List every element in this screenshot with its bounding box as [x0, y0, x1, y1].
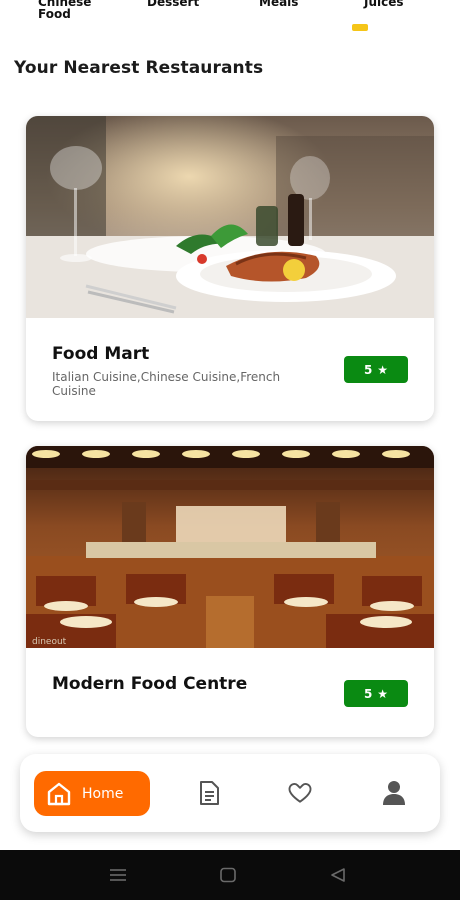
- rating-badge: 5 ★: [344, 356, 408, 383]
- nav-home-button[interactable]: Home: [34, 771, 150, 816]
- menu-icon[interactable]: [108, 866, 128, 884]
- orders-icon[interactable]: [196, 780, 222, 806]
- star-icon: ★: [377, 362, 389, 377]
- category-selected-indicator: [352, 24, 368, 31]
- restaurant-card-food-mart[interactable]: Food Mart Italian Cuisine,Chinese Cuisin…: [26, 116, 434, 421]
- system-navigation-bar: [0, 850, 460, 900]
- restaurant-interior-photo: dineout: [26, 446, 434, 648]
- rating-value: 5: [363, 362, 373, 377]
- home-icon: [46, 781, 72, 807]
- category-label: Juices: [364, 0, 404, 9]
- back-triangle-icon[interactable]: [328, 866, 348, 884]
- category-label: Chinese Food: [38, 0, 92, 21]
- star-icon: ★: [377, 686, 389, 701]
- restaurant-cuisine: Italian Cuisine,Chinese Cuisine,French C…: [52, 370, 281, 398]
- restaurant-name: Modern Food Centre: [52, 674, 248, 694]
- category-label: Dessert: [147, 0, 200, 9]
- category-label: Meals: [259, 0, 299, 9]
- category-dessert[interactable]: Dessert: [147, 0, 227, 8]
- nav-home-label: Home: [82, 785, 124, 802]
- section-title: Your Nearest Restaurants: [14, 58, 264, 78]
- watermark: dineout: [32, 637, 67, 647]
- rating-badge: 5 ★: [344, 680, 408, 707]
- category-meals[interactable]: Meals: [259, 0, 339, 8]
- restaurant-name: Food Mart: [52, 344, 150, 364]
- restaurant-card-modern-food-centre[interactable]: dineout Modern Food Centre 5 ★: [26, 446, 434, 737]
- profile-icon[interactable]: [381, 780, 407, 806]
- bottom-navigation: Home: [20, 754, 440, 832]
- restaurant-dish-photo: [26, 116, 434, 318]
- category-strip: Chinese Food Dessert Meals Juices: [0, 0, 460, 40]
- home-square-icon[interactable]: [218, 866, 238, 884]
- heart-icon[interactable]: [287, 780, 313, 806]
- category-juices[interactable]: Juices: [364, 0, 444, 8]
- category-chinese-food[interactable]: Chinese Food: [38, 0, 118, 20]
- rating-value: 5: [363, 686, 373, 701]
